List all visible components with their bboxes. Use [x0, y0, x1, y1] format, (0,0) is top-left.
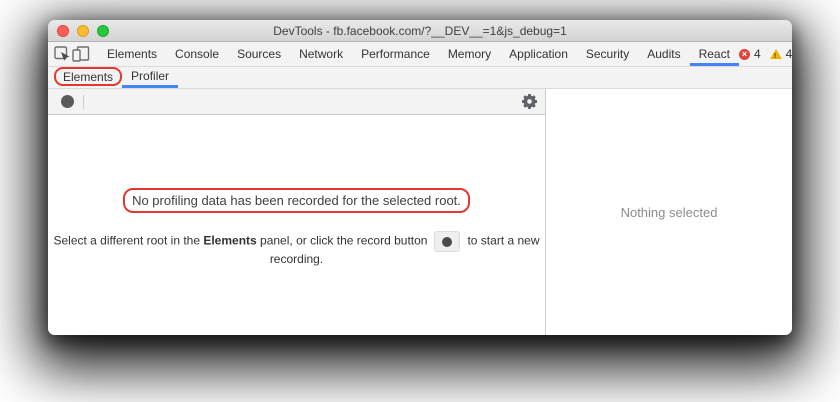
tab-memory[interactable]: Memory	[439, 42, 500, 66]
profiler-empty-state: No profiling data has been recorded for …	[48, 115, 545, 335]
empty-message-annotated: No profiling data has been recorded for …	[123, 188, 470, 213]
tab-strip-right: × 4 ! 4	[739, 42, 792, 66]
instruction-part2: panel, or click the record button	[257, 234, 428, 248]
tab-security[interactable]: Security	[577, 42, 638, 66]
settings-button[interactable]	[522, 94, 537, 109]
warning-icon: !	[770, 49, 782, 59]
title-bar: DevTools - fb.facebook.com/?__DEV__=1&js…	[48, 20, 792, 42]
profiler-panel: No profiling data has been recorded for …	[48, 89, 545, 335]
inspect-element-button[interactable]	[54, 42, 72, 66]
instruction-elements-bold: Elements	[203, 234, 256, 248]
minimize-button[interactable]	[77, 25, 89, 37]
warning-badge[interactable]: ! 4	[770, 47, 792, 61]
tab-elements[interactable]: Elements	[98, 42, 166, 66]
elements-tab-annotation: Elements	[54, 67, 122, 86]
tab-console[interactable]: Console	[166, 42, 228, 66]
details-panel: Nothing selected	[545, 89, 792, 335]
device-toolbar-icon	[72, 46, 90, 62]
tab-sources[interactable]: Sources	[228, 42, 290, 66]
profiler-toolbar-divider	[83, 95, 84, 109]
devtools-tab-strip: Elements Console Sources Network Perform…	[48, 42, 792, 67]
tab-audits[interactable]: Audits	[638, 42, 689, 66]
react-subtab-elements[interactable]: Elements	[61, 70, 115, 84]
traffic-lights	[57, 20, 109, 41]
gear-icon	[522, 94, 537, 109]
error-icon: ×	[739, 49, 750, 60]
instruction-part1: Select a different root in the	[53, 234, 203, 248]
tab-network[interactable]: Network	[290, 42, 352, 66]
close-button[interactable]	[57, 25, 69, 37]
zoom-button[interactable]	[97, 25, 109, 37]
tab-performance[interactable]: Performance	[352, 42, 439, 66]
error-count: 4	[754, 47, 761, 61]
record-icon	[442, 237, 452, 247]
device-toolbar-button[interactable]	[72, 42, 90, 66]
react-sub-tab-strip: Elements Profiler	[48, 67, 792, 89]
tab-application[interactable]: Application	[500, 42, 577, 66]
devtools-window: DevTools - fb.facebook.com/?__DEV__=1&js…	[48, 20, 792, 335]
empty-message-row: No profiling data has been recorded for …	[48, 188, 545, 213]
warning-count: 4	[786, 47, 792, 61]
error-badge[interactable]: × 4	[739, 47, 761, 61]
react-subtab-profiler[interactable]: Profiler	[122, 67, 178, 88]
inline-record-button[interactable]	[434, 231, 460, 252]
react-panel-content: No profiling data has been recorded for …	[48, 89, 792, 335]
inspect-cursor-icon	[54, 46, 72, 62]
instruction-text: Select a different root in the Elements …	[48, 231, 545, 266]
nothing-selected-label: Nothing selected	[621, 205, 718, 220]
record-button[interactable]	[61, 95, 74, 108]
profiler-toolbar	[48, 89, 545, 115]
tab-react[interactable]: React	[690, 42, 739, 66]
window-title: DevTools - fb.facebook.com/?__DEV__=1&js…	[48, 24, 792, 38]
